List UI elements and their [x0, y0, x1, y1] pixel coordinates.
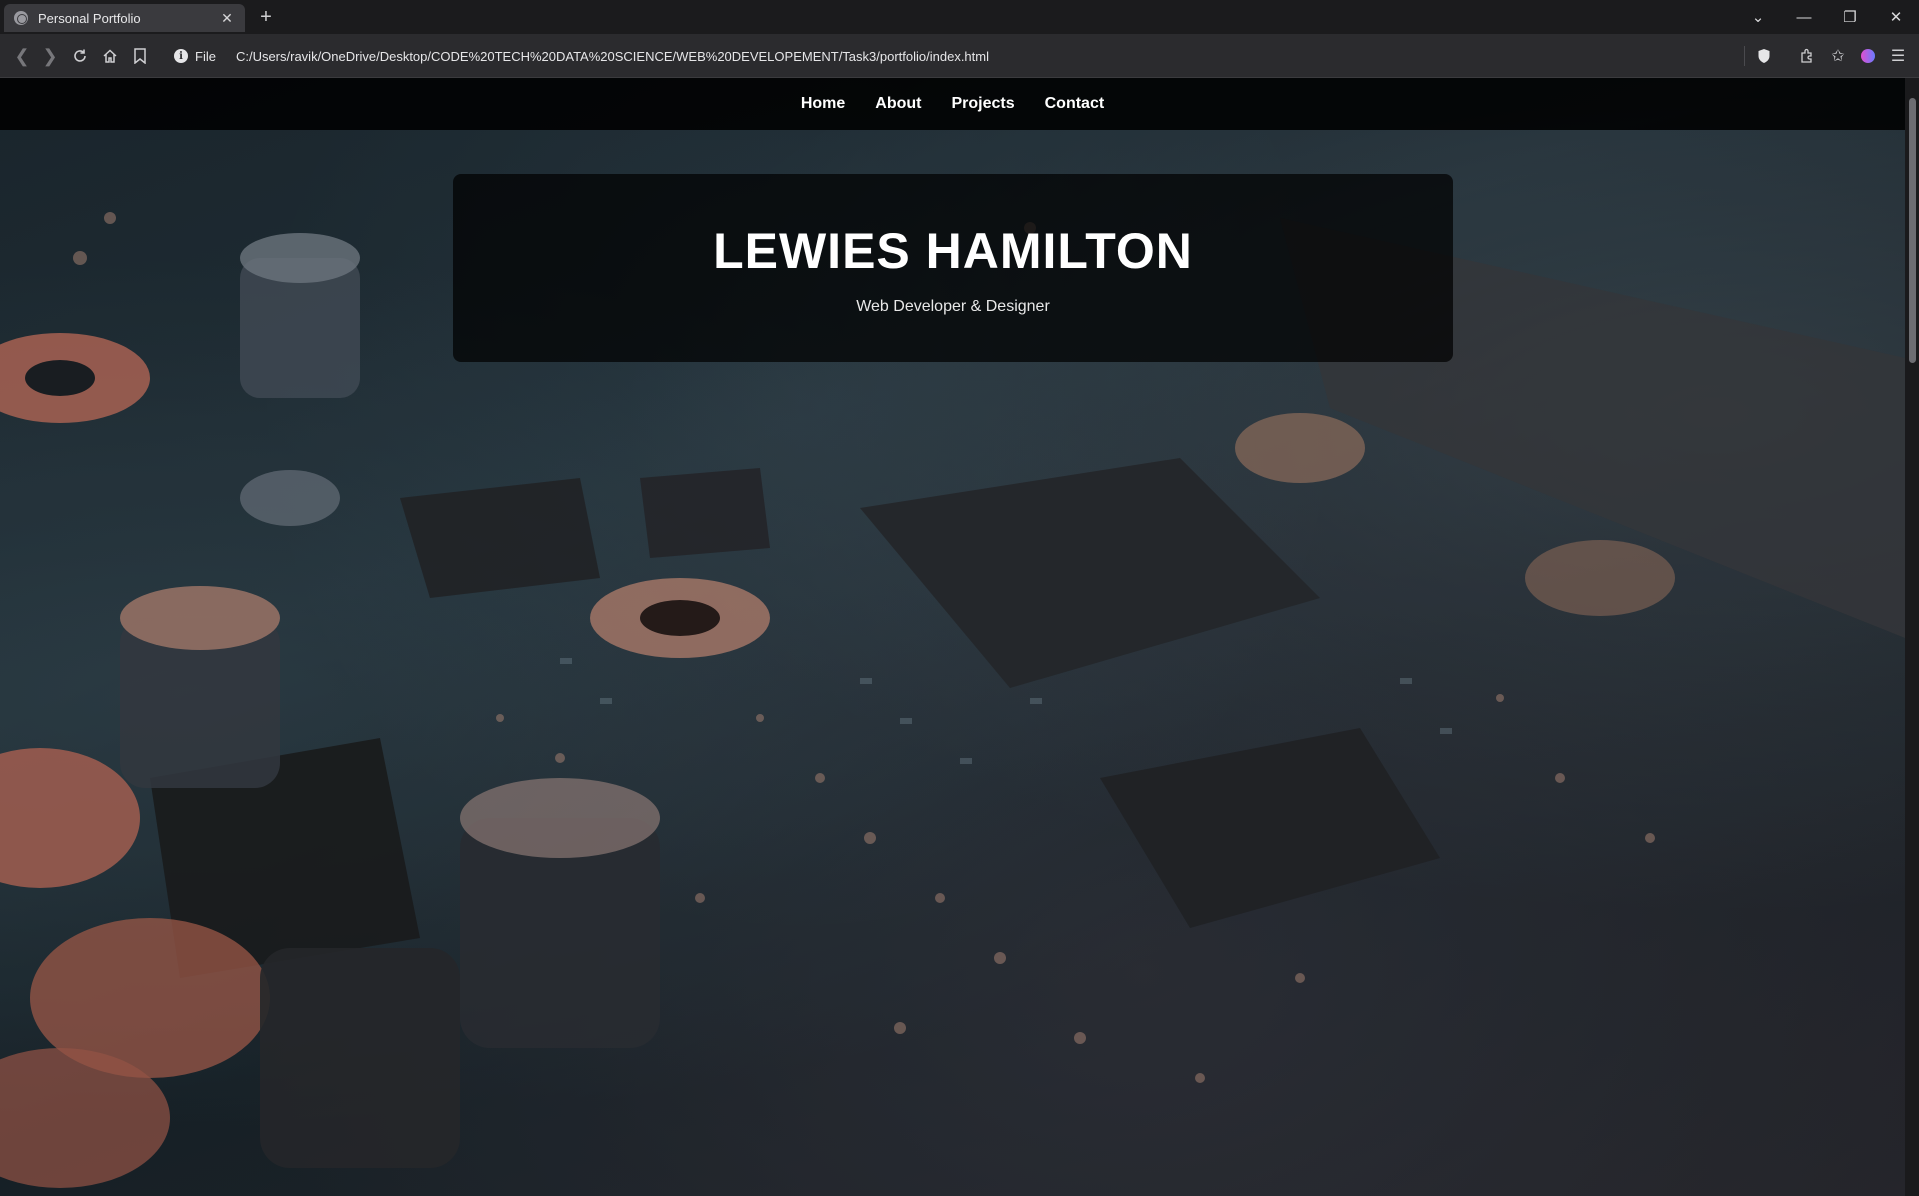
- nav-link-home[interactable]: Home: [786, 78, 860, 130]
- nav-link-contact[interactable]: Contact: [1030, 78, 1120, 130]
- minimize-icon[interactable]: —: [1781, 0, 1827, 34]
- nav-link-projects[interactable]: Projects: [936, 78, 1029, 130]
- close-tab-icon[interactable]: ✕: [219, 10, 235, 27]
- forward-icon[interactable]: ❯: [38, 44, 62, 68]
- tab-title: Personal Portfolio: [38, 10, 141, 26]
- page-viewport: Home About Projects Contact LEWIES HAMIL…: [0, 78, 1905, 1196]
- bookmark-icon[interactable]: [128, 44, 152, 68]
- divider: [1744, 46, 1745, 66]
- profile-icon[interactable]: [1856, 44, 1880, 68]
- hero-name: LEWIES HAMILTON: [713, 223, 1193, 279]
- back-icon[interactable]: ❮: [10, 44, 34, 68]
- tab-list-icon[interactable]: ⌄: [1735, 0, 1781, 34]
- close-window-icon[interactable]: ✕: [1873, 0, 1919, 34]
- hero-role: Web Developer & Designer: [856, 298, 1050, 315]
- hero-card: LEWIES HAMILTON Web Developer & Designer: [453, 174, 1453, 362]
- browser-toolbar: ❮ ❯ i File C:/Users/ravik/OneDrive/Deskt…: [0, 34, 1919, 78]
- nav-link-about[interactable]: About: [860, 78, 936, 130]
- reload-icon[interactable]: [68, 44, 92, 68]
- scrollbar-thumb[interactable]: [1909, 98, 1916, 363]
- scheme-label: File: [195, 48, 216, 64]
- browser-tab[interactable]: Personal Portfolio ✕: [4, 4, 245, 32]
- window-controls: ⌄ — ❐ ✕: [1735, 0, 1919, 34]
- new-tab-button[interactable]: +: [255, 6, 277, 28]
- favorites-icon[interactable]: ✩: [1826, 44, 1850, 68]
- info-icon[interactable]: i: [174, 49, 188, 63]
- globe-icon: [14, 11, 28, 25]
- extensions-icon[interactable]: [1795, 44, 1819, 68]
- address-bar[interactable]: i File C:/Users/ravik/OneDrive/Desktop/C…: [166, 41, 1740, 71]
- url-text[interactable]: C:/Users/ravik/OneDrive/Desktop/CODE%20T…: [236, 49, 989, 64]
- tab-strip: Personal Portfolio ✕ + ⌄ — ❐ ✕: [0, 0, 1919, 34]
- restore-icon[interactable]: ❐: [1827, 0, 1873, 34]
- shield-icon[interactable]: [1752, 44, 1776, 68]
- site-navbar: Home About Projects Contact: [0, 78, 1905, 130]
- menu-icon[interactable]: ☰: [1886, 44, 1910, 68]
- home-icon[interactable]: [98, 44, 122, 68]
